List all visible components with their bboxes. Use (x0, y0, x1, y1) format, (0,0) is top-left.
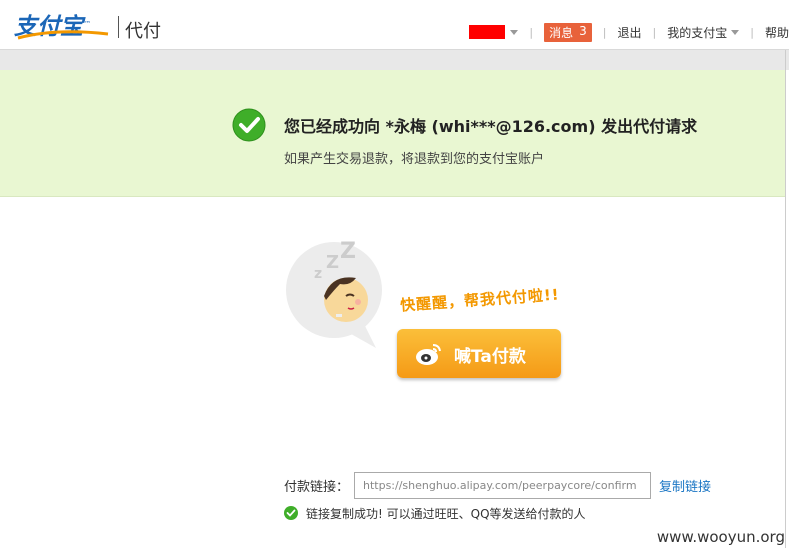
weibo-icon (416, 344, 441, 365)
messages-label: 消息 (549, 25, 574, 40)
svg-text:Z: Z (340, 239, 356, 264)
user-name-redacted[interactable] (469, 25, 506, 39)
ask-to-pay-button[interactable]: 喊Ta付款 (397, 329, 561, 378)
watermark-text: www.wooyun.org (656, 528, 785, 546)
copy-link-button[interactable]: 复制链接 (659, 476, 711, 495)
ask-to-pay-label: 喊Ta付款 (454, 347, 526, 367)
logout-link[interactable]: 退出 (618, 24, 642, 41)
nav-divider: | (750, 25, 754, 39)
gray-band (0, 50, 789, 70)
logo-trademark: ™ (84, 20, 91, 28)
nav-divider: | (529, 25, 534, 39)
messages-button[interactable]: 消息 3 (544, 22, 592, 42)
chevron-down-icon (731, 29, 740, 35)
payment-link-input[interactable] (354, 472, 651, 499)
check-circle-icon (232, 108, 266, 142)
section-title: 代付 (125, 21, 161, 42)
logo-swoosh-icon (17, 30, 109, 40)
check-circle-icon (284, 506, 298, 520)
help-link[interactable]: 帮助 (765, 24, 789, 41)
logo-separator (118, 16, 119, 38)
top-header: 支付宝 ™ 代付 | 消息 3 | 退出 | 我的支付宝 | 帮助 (0, 0, 789, 50)
copy-success-message: 链接复制成功! 可以通过旺旺、QQ等发送给付款的人 (306, 507, 586, 521)
my-alipay-label: 我的支付宝 (667, 25, 728, 40)
nav-divider: | (602, 25, 607, 39)
success-subtitle: 如果产生交易退款，将退款到您的支付宝账户 (284, 152, 545, 167)
sleeping-face-illustration: z Z Z (286, 239, 382, 348)
my-alipay-menu[interactable]: 我的支付宝 (667, 24, 740, 41)
messages-count: 3 (579, 23, 587, 38)
success-title: 您已经成功向 *永梅 (whi***@126.com) 发出代付请求 (284, 117, 698, 136)
chevron-down-icon[interactable] (510, 29, 519, 35)
payment-link-label: 付款链接： (284, 480, 350, 495)
alipay-logo[interactable]: 支付宝 ™ (14, 6, 109, 42)
right-border (785, 50, 786, 548)
svg-text:z: z (314, 266, 322, 282)
top-nav: | 消息 3 | 退出 | 我的支付宝 | 帮助 (469, 22, 789, 42)
nav-divider: | (652, 25, 657, 39)
svg-text:Z: Z (326, 252, 339, 273)
wakeup-caption: 快醒醒，帮我代付啦!! (399, 285, 561, 315)
